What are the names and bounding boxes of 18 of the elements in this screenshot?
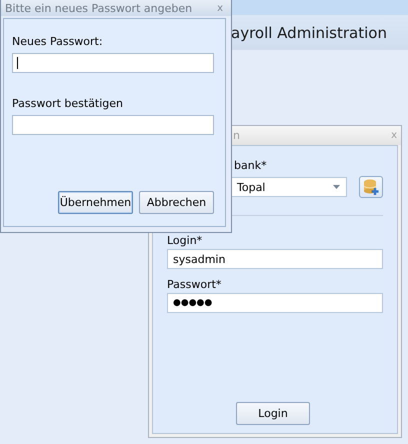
- add-database-button[interactable]: [359, 176, 383, 198]
- cancel-button[interactable]: Abbrechen: [139, 191, 214, 214]
- confirm-password-field[interactable]: [12, 115, 214, 135]
- database-add-icon: [362, 178, 380, 196]
- login-button[interactable]: Login: [236, 402, 310, 425]
- field-label: bank*: [234, 159, 268, 172]
- app-title: ayroll Administration: [231, 24, 387, 42]
- caret-icon: [333, 185, 340, 189]
- field-label: Passwort*: [167, 278, 222, 291]
- login-field[interactable]: sysadmin: [167, 249, 383, 269]
- window-title: n: [233, 129, 240, 142]
- apply-button[interactable]: Übernehmen: [58, 191, 133, 214]
- field-label: Passwort bestätigen: [12, 97, 124, 110]
- field-label: Login*: [167, 234, 204, 247]
- password-field[interactable]: ●●●●●: [167, 293, 383, 313]
- dialog-title: Bitte ein neues Passwort angeben: [5, 2, 192, 14]
- new-password-field[interactable]: [12, 53, 214, 73]
- field-label: Neues Passwort:: [12, 35, 104, 48]
